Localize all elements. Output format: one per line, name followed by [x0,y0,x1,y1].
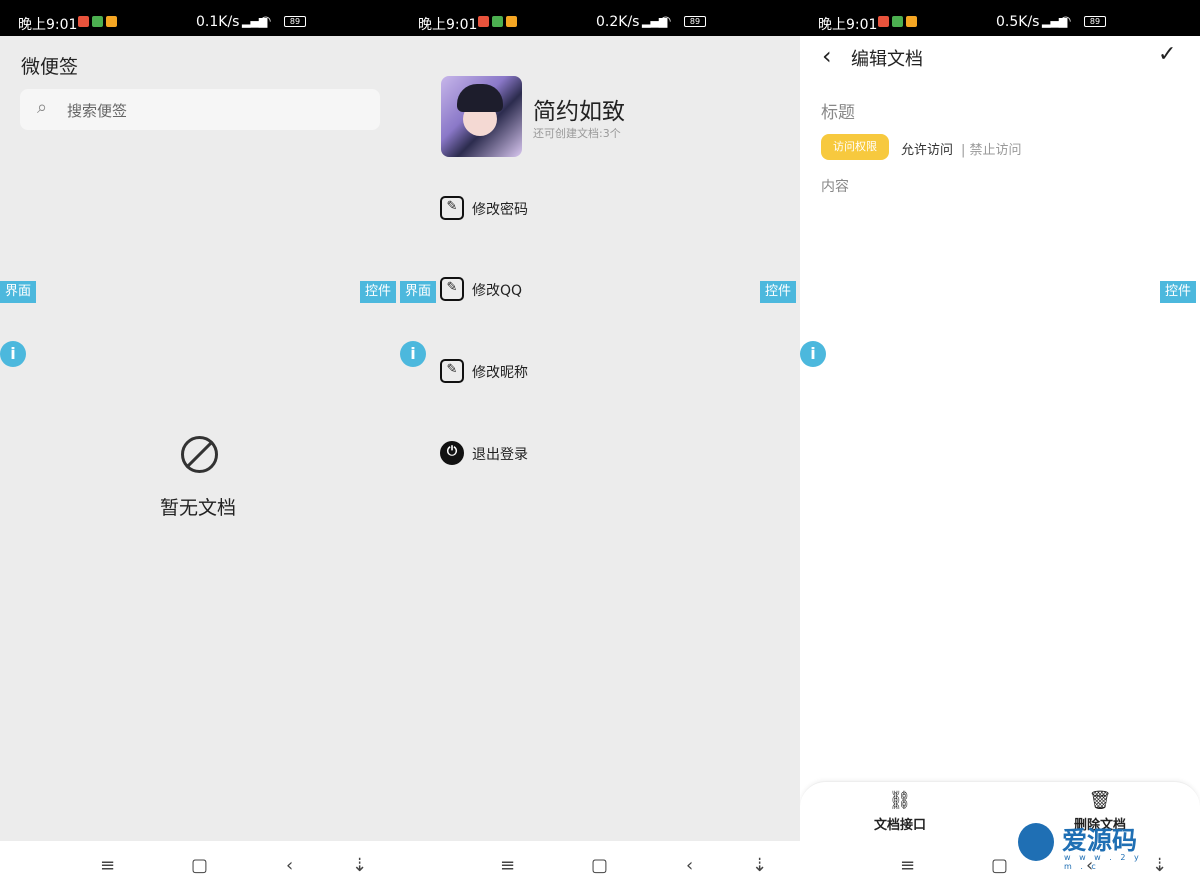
back-nav-icon[interactable]: ‹ [286,855,293,876]
no-entry-icon [181,436,218,473]
menu-label: 修改昵称 [472,365,528,381]
side-tag-widget: 控件 [1160,281,1197,303]
edit-icon: ✎ [440,277,464,301]
edit-icon: ✎ [440,359,464,383]
status-bar: 晚上9:01 0.2K/s ▂▄▆ ◠ 89 [400,0,800,36]
empty-state-text: 暂无文档 [160,497,237,519]
document-api-button[interactable]: ⛓ 文档接口 [855,790,945,836]
status-time: 晚上9:01 [418,17,478,33]
wifi-icon: ◠ [1060,14,1072,29]
search-icon: ⌕ [37,97,48,118]
search-input[interactable]: ⌕ 搜索便签 [20,89,380,130]
status-bar: 晚上9:01 0.5K/s ▂▄▆ ◠ 89 [800,0,1200,36]
info-icon[interactable]: i [800,341,826,367]
notification-icons [478,16,517,27]
network-speed: 0.5K/s [996,14,1040,30]
wifi-icon: ◠ [260,14,272,29]
edit-document-screen: 晚上9:01 0.5K/s ▂▄▆ ◠ 89 ‹ 编辑文档 ✓ 标题 访问权限 … [800,0,1200,889]
doc-quota: 还可创建文档:3个 [533,127,621,140]
app-title: 微便签 [21,56,79,78]
back-nav-icon[interactable]: ‹ [686,855,693,876]
side-tag-widget: 控件 [760,281,797,303]
download-nav-icon[interactable]: ⇣ [752,855,767,876]
power-icon: ⏻ [440,441,464,465]
avatar-hair [457,84,503,112]
notification-icons [878,16,917,27]
battery-icon: 89 [1084,16,1106,27]
page-title: 编辑文档 [851,49,923,70]
menu-label: 修改密码 [472,202,528,218]
status-bar: 晚上9:01 0.1K/s ▂▄▆ ◠ 89 [0,0,400,36]
side-tag-ui: 界面 [400,281,437,303]
back-arrow-icon[interactable]: ‹ [822,42,832,70]
menu-nav-icon[interactable]: ≡ [500,855,515,876]
nickname: 简约如致 [533,99,625,125]
battery-icon: 89 [284,16,306,27]
screenshot-collage: 晚上9:01 0.1K/s ▂▄▆ ◠ 89 微便签 ⌕ 搜索便签 界面 控件 … [0,0,1200,889]
note-list-screen: 晚上9:01 0.1K/s ▂▄▆ ◠ 89 微便签 ⌕ 搜索便签 界面 控件 … [0,0,400,889]
wifi-icon: ◠ [660,14,672,29]
menu-label: 退出登录 [472,447,528,463]
trash-icon: 🗑 [1088,790,1112,811]
home-nav-icon[interactable]: ▢ [591,855,608,876]
info-icon[interactable]: i [400,341,426,367]
status-time: 晚上9:01 [818,17,878,33]
document-api-label: 文档接口 [873,818,926,833]
system-nav-bar: ≡ ▢ ‹ ⇣ [400,841,800,889]
edit-icon: ✎ [440,196,464,220]
search-placeholder: 搜索便签 [67,102,128,120]
download-nav-icon[interactable]: ⇣ [352,855,367,876]
menu-change-password[interactable]: ✎ 修改密码 [440,195,640,221]
avatar[interactable] [441,76,522,157]
menu-change-nickname[interactable]: ✎ 修改昵称 [440,358,640,384]
notification-icons [78,16,117,27]
save-check-icon[interactable]: ✓ [1158,42,1176,67]
access-permission-badge: 访问权限 [821,134,889,160]
watermark-logo: 爱源码 w w w . 2 y m . c [1018,821,1158,871]
side-tag-widget: 控件 [360,281,397,303]
profile-screen: 晚上9:01 0.2K/s ▂▄▆ ◠ 89 简约如致 还可创建文档:3个 ✎ … [400,0,800,889]
status-time: 晚上9:01 [18,17,78,33]
content-field[interactable]: 内容 [821,176,849,196]
link-icon: ⛓ [888,790,912,811]
watermark-url: w w w . 2 y m . c [1064,853,1142,871]
menu-label: 修改QQ [472,283,523,299]
menu-logout[interactable]: ⏻ 退出登录 [440,440,640,466]
menu-nav-icon[interactable]: ≡ [900,855,915,876]
battery-icon: 89 [684,16,706,27]
system-nav-bar: ≡ ▢ ‹ ⇣ [0,841,400,889]
menu-change-qq[interactable]: ✎ 修改QQ [440,276,640,302]
network-speed: 0.2K/s [596,14,640,30]
watermark-text: 爱源码 [1062,826,1138,855]
title-field[interactable]: 标题 [821,98,855,123]
menu-nav-icon[interactable]: ≡ [100,855,115,876]
network-speed: 0.1K/s [196,14,240,30]
home-nav-icon[interactable]: ▢ [191,855,208,876]
deny-access-label: 禁止访问 [969,143,1022,158]
deny-access-option[interactable]: | 禁止访问 [961,139,1022,158]
side-tag-ui: 界面 [0,281,37,303]
watermark-mark [1018,823,1054,861]
info-icon[interactable]: i [0,341,26,367]
allow-access-option[interactable]: 允许访问 [901,139,953,158]
home-nav-icon[interactable]: ▢ [991,855,1008,876]
